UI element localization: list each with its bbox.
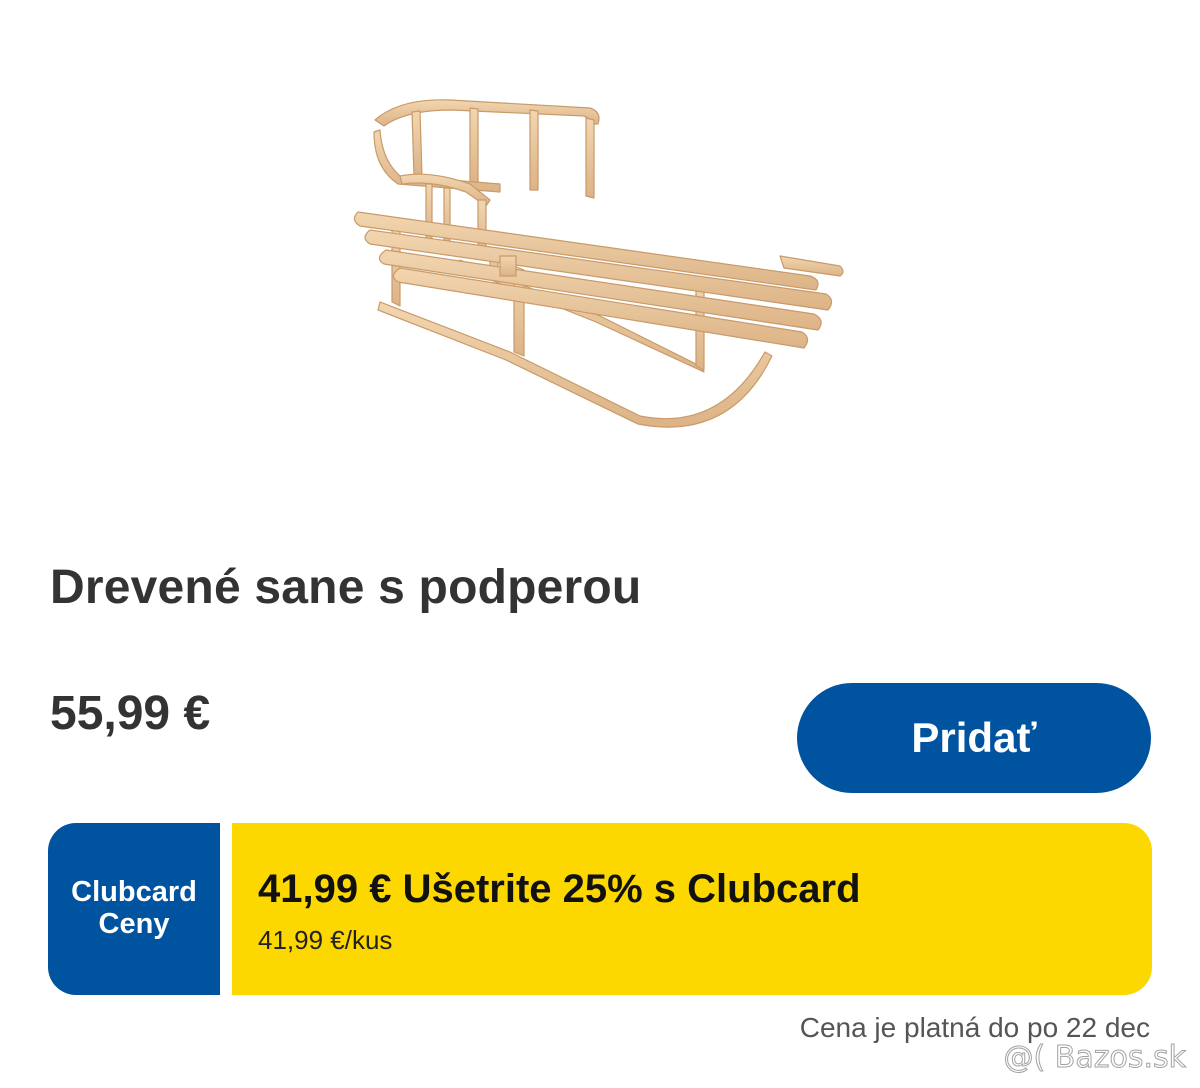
add-to-cart-button[interactable]: Pridať	[797, 683, 1151, 793]
clubcard-offer-box: Clubcard Ceny 41,99 € Ušetrite 25% s Clu…	[48, 823, 1152, 995]
clubcard-badge-line2: Ceny	[98, 908, 170, 940]
clubcard-badge-line1: Clubcard	[71, 876, 197, 909]
product-price: 55,99 €	[50, 687, 211, 740]
clubcard-badge: Clubcard Ceny	[48, 823, 220, 995]
clubcard-offer-price: 41,99 € Ušetrite 25% s Clubcard	[258, 867, 861, 911]
wooden-sled-image	[353, 99, 844, 428]
clubcard-offer-panel: 41,99 € Ušetrite 25% s Clubcard 41,99 €/…	[232, 823, 1152, 995]
product-title: Drevené sane s podperou	[50, 561, 642, 614]
bazos-watermark: @( Bazos.sk	[1003, 1040, 1186, 1076]
clubcard-divider	[220, 823, 232, 995]
clubcard-unit-price: 41,99 €/kus	[258, 925, 393, 955]
